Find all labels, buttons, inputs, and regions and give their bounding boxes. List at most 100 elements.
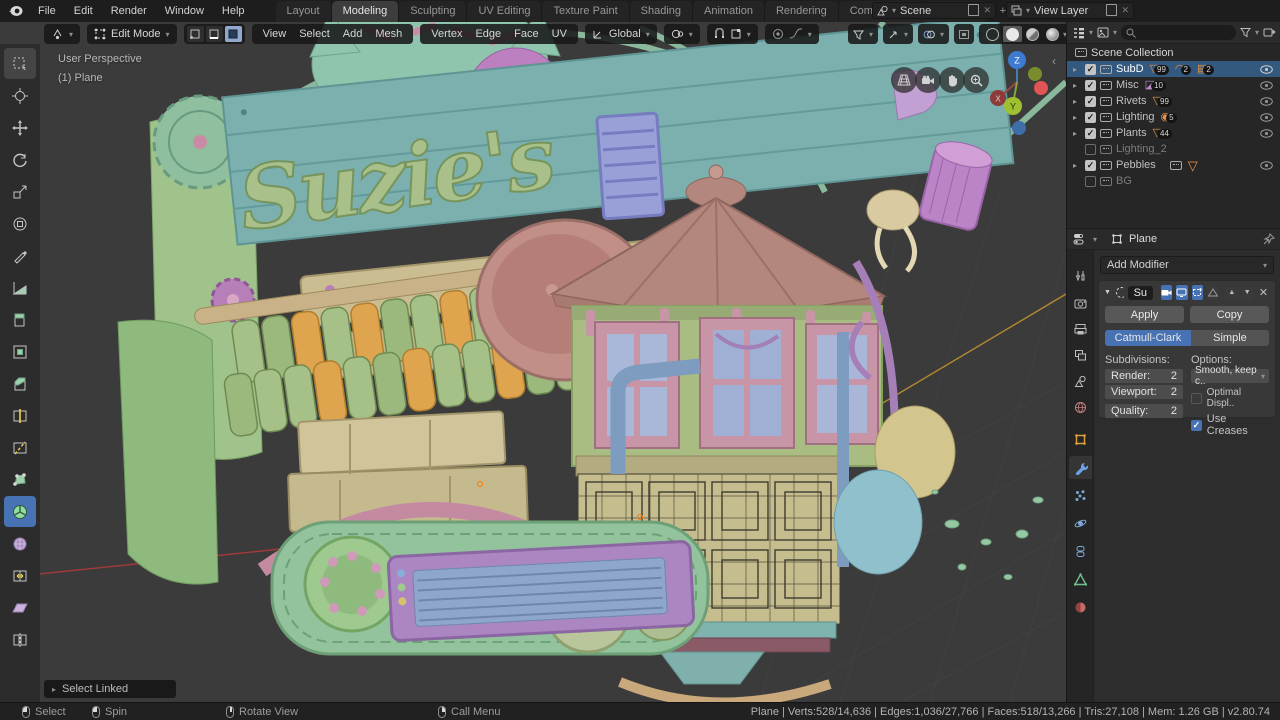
tab-modeling[interactable]: Modeling: [331, 1, 400, 22]
outliner-row-plants[interactable]: ▸ ✓ Plants ▽44: [1067, 125, 1280, 141]
face-select-button[interactable]: [224, 26, 242, 42]
tool-move[interactable]: [4, 112, 36, 143]
mode-selector[interactable]: Edit Mode ▾: [87, 24, 177, 44]
tool-transform[interactable]: [4, 208, 36, 239]
camera-view-button[interactable]: [915, 67, 941, 93]
display-mode-icon[interactable]: [1097, 27, 1109, 38]
new-collection-icon[interactable]: [1263, 27, 1276, 38]
uv-smooth-dropdown[interactable]: Smooth, keep c.. ▾: [1191, 365, 1269, 387]
modifier-render-toggle[interactable]: [1161, 285, 1173, 300]
tool-bevel[interactable]: [4, 368, 36, 399]
menu-select[interactable]: Select: [295, 28, 334, 40]
tab-material[interactable]: [1069, 596, 1092, 619]
outliner-row-lighting-2[interactable]: Lighting_2: [1067, 141, 1280, 157]
gizmo-y-neg[interactable]: [1028, 67, 1042, 81]
menu-edit[interactable]: Edit: [65, 0, 102, 22]
tool-edge-slide[interactable]: [4, 560, 36, 591]
outliner-row-subd[interactable]: ▸ ✓ SubD ▽99 ◠2 ▤2: [1067, 61, 1280, 77]
tool-smooth[interactable]: [4, 528, 36, 559]
menu-render[interactable]: Render: [102, 0, 156, 22]
tool-knife[interactable]: [4, 432, 36, 463]
outliner-root[interactable]: Scene Collection: [1067, 44, 1280, 61]
blender-logo-icon[interactable]: [8, 5, 23, 17]
shading-material-button[interactable]: [1023, 26, 1042, 42]
eye-icon[interactable]: [1260, 96, 1273, 106]
optimal-display-checkbox[interactable]: Optimal Displ..: [1191, 387, 1269, 409]
tool-select-box[interactable]: [4, 48, 36, 79]
tab-physics[interactable]: [1069, 512, 1092, 535]
tab-rendering[interactable]: Rendering: [764, 1, 839, 22]
tab-animation[interactable]: Animation: [693, 1, 765, 22]
expand-arrow-icon[interactable]: ▸: [1073, 129, 1081, 138]
view-layer-selector[interactable]: ▾ View Layer ✕: [1006, 2, 1134, 19]
checkbox-checked-icon[interactable]: ✓: [1085, 159, 1096, 171]
overlays-dropdown[interactable]: ▾: [918, 24, 950, 44]
edge-select-button[interactable]: [205, 26, 223, 42]
tab-sculpting[interactable]: Sculpting: [399, 1, 468, 22]
checkbox-checked-icon[interactable]: ✓: [1085, 127, 1096, 139]
outliner-row-pebbles[interactable]: ▸ ✓ Pebbles ▽: [1067, 157, 1280, 173]
tab-scene[interactable]: [1069, 370, 1092, 393]
menu-edge[interactable]: Edge: [471, 28, 505, 40]
menu-window[interactable]: Window: [156, 0, 213, 22]
checkbox-unchecked-icon[interactable]: [1085, 143, 1096, 155]
editor-type-selector[interactable]: ▾: [44, 24, 81, 44]
eye-icon[interactable]: [1260, 64, 1273, 74]
shading-wireframe-button[interactable]: [983, 26, 1002, 42]
tool-scale[interactable]: [4, 176, 36, 207]
new-view-layer-icon[interactable]: [1106, 3, 1118, 16]
tool-cursor[interactable]: [4, 80, 36, 111]
gizmo-z-neg[interactable]: [1012, 121, 1026, 135]
xray-toggle[interactable]: [954, 24, 975, 44]
tab-output[interactable]: [1069, 318, 1092, 341]
panel-expand-icon[interactable]: ▼: [1104, 289, 1111, 296]
menu-add[interactable]: Add: [339, 28, 367, 40]
menu-help[interactable]: Help: [213, 0, 254, 22]
new-scene-icon[interactable]: [968, 3, 980, 16]
tab-particles[interactable]: [1069, 484, 1092, 507]
tab-layout[interactable]: Layout: [275, 1, 332, 22]
perspective-toggle-button[interactable]: [891, 67, 917, 93]
modifier-oncage-toggle[interactable]: [1206, 285, 1219, 300]
simple-button[interactable]: Simple: [1190, 330, 1269, 346]
sidebar-collapse-arrow[interactable]: ‹: [1052, 54, 1056, 68]
menu-uv[interactable]: UV: [548, 28, 571, 40]
add-modifier-dropdown[interactable]: Add Modifier ▾: [1100, 256, 1274, 274]
operator-panel[interactable]: ▸ Select Linked: [44, 680, 176, 698]
properties-editor-icon[interactable]: [1073, 233, 1087, 245]
scene-selector[interactable]: ▾ Scene ✕: [872, 2, 996, 19]
modifier-editmode-toggle[interactable]: [1191, 285, 1203, 300]
expand-arrow-icon[interactable]: ▸: [1073, 65, 1081, 74]
tool-loop-cut[interactable]: [4, 400, 36, 431]
outliner-row-bg[interactable]: BG: [1067, 173, 1280, 189]
checkbox-checked-icon[interactable]: ✓: [1085, 95, 1096, 107]
quality-field[interactable]: Quality: 2: [1105, 404, 1183, 418]
viewport-3d[interactable]: Suzie's ▾ Edit Mode ▾ View Select Add Me…: [0, 22, 1066, 702]
eye-icon[interactable]: [1260, 160, 1273, 170]
pan-view-button[interactable]: [939, 67, 965, 93]
gizmo-x-neg[interactable]: [1034, 81, 1048, 95]
menu-vertex[interactable]: Vertex: [427, 28, 466, 40]
menu-mesh[interactable]: Mesh: [371, 28, 406, 40]
eye-icon[interactable]: [1260, 80, 1273, 90]
tool-spin[interactable]: [4, 496, 36, 527]
transform-orientation-selector[interactable]: Global ▾: [584, 24, 657, 44]
tool-rip-region[interactable]: [4, 624, 36, 655]
outliner-row-rivets[interactable]: ▸ ✓ Rivets ▽99: [1067, 93, 1280, 109]
eye-icon[interactable]: [1260, 112, 1273, 122]
navigation-gizmo[interactable]: Z X Y: [983, 46, 1055, 138]
modifier-close-icon[interactable]: ✕: [1257, 286, 1270, 299]
filter-icon[interactable]: [1239, 27, 1251, 38]
menu-file[interactable]: File: [29, 0, 65, 22]
outliner-editor-icon[interactable]: [1072, 27, 1085, 39]
tab-constraints[interactable]: [1069, 540, 1092, 563]
checkbox-checked-icon[interactable]: ✓: [1085, 111, 1096, 123]
expand-arrow-icon[interactable]: ▸: [1073, 161, 1081, 170]
unlink-scene-icon[interactable]: ✕: [983, 5, 991, 16]
menu-view[interactable]: View: [259, 28, 291, 40]
expand-arrow-icon[interactable]: ▸: [1073, 81, 1081, 90]
expand-arrow-icon[interactable]: ▸: [1073, 97, 1081, 106]
modifier-name-field[interactable]: Su: [1127, 285, 1154, 300]
modifier-move-down-button[interactable]: ▼: [1241, 285, 1253, 300]
copy-button[interactable]: Copy: [1190, 306, 1269, 323]
